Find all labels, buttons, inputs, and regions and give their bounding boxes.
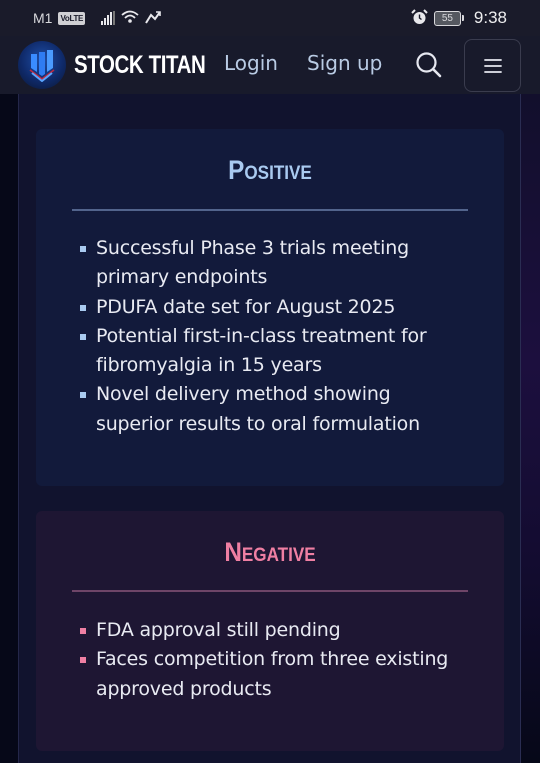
positive-list: Successful Phase 3 trials meeting primar…: [79, 234, 459, 439]
bullet-square-icon: [80, 392, 86, 399]
search-button[interactable]: [414, 50, 444, 80]
brand-name: STOCK TITAN: [74, 50, 206, 79]
positive-title: Positive: [228, 155, 312, 185]
alarm-icon: [411, 8, 428, 28]
search-icon: [416, 52, 442, 78]
list-item-text: Successful Phase 3 trials meeting primar…: [96, 237, 409, 289]
list-item-text: FDA approval still pending: [96, 619, 341, 641]
negative-title: Negative: [224, 537, 316, 567]
volte-badge: VoLTE: [58, 11, 86, 25]
bullet-square-icon: [80, 246, 86, 252]
data-saver-icon: [145, 10, 161, 27]
top-navbar: STOCK TITAN Login Sign up: [0, 36, 540, 94]
negative-divider: [72, 590, 468, 592]
list-item: PDUFA date set for August 2025: [79, 293, 459, 322]
battery-icon: 55: [433, 10, 464, 26]
negative-card: Negative FDA approval still pending Face…: [36, 511, 504, 751]
negative-list: FDA approval still pending Faces competi…: [79, 616, 459, 704]
list-item-text: Potential first-in-class treatment for f…: [96, 324, 427, 377]
bullet-square-icon: [80, 333, 86, 340]
positive-divider: [72, 209, 468, 211]
list-item: Novel delivery method showing superior r…: [79, 380, 459, 439]
bullet-square-icon: [80, 628, 86, 634]
status-bar: M1 VoLTE 55 9:38: [0, 0, 540, 36]
list-item: Faces competition from three existing ap…: [79, 645, 459, 704]
signup-link[interactable]: Sign up: [307, 51, 382, 75]
bullet-square-icon: [80, 657, 86, 664]
positive-card: Positive Successful Phase 3 trials meeti…: [36, 129, 504, 486]
bullet-square-icon: [80, 304, 86, 311]
status-bar-right: 55 9:38: [411, 8, 507, 28]
menu-button[interactable]: [464, 39, 521, 92]
list-item-text: Novel delivery method showing superior r…: [96, 383, 420, 435]
clock: 9:38: [473, 8, 507, 27]
list-item: Potential first-in-class treatment for f…: [79, 322, 459, 381]
carrier-label: M1: [33, 10, 53, 26]
list-item-text: PDUFA date set for August 2025: [96, 295, 396, 318]
signal-icon: [101, 11, 116, 25]
list-item: FDA approval still pending: [79, 616, 459, 645]
hamburger-menu-icon: [483, 58, 502, 73]
battery-level: 55: [433, 10, 461, 26]
wifi-icon: [121, 10, 139, 27]
logo-link[interactable]: STOCK TITAN: [18, 41, 234, 89]
page-right-gutter: [521, 94, 540, 763]
stock-titan-logo-icon: [18, 41, 66, 89]
page-left-gutter: [0, 94, 18, 763]
list-item: Successful Phase 3 trials meeting primar…: [79, 234, 459, 293]
login-link[interactable]: Login: [224, 51, 278, 75]
list-item-text: Faces competition from three existing ap…: [96, 648, 449, 700]
status-bar-left: M1 VoLTE: [33, 10, 161, 27]
